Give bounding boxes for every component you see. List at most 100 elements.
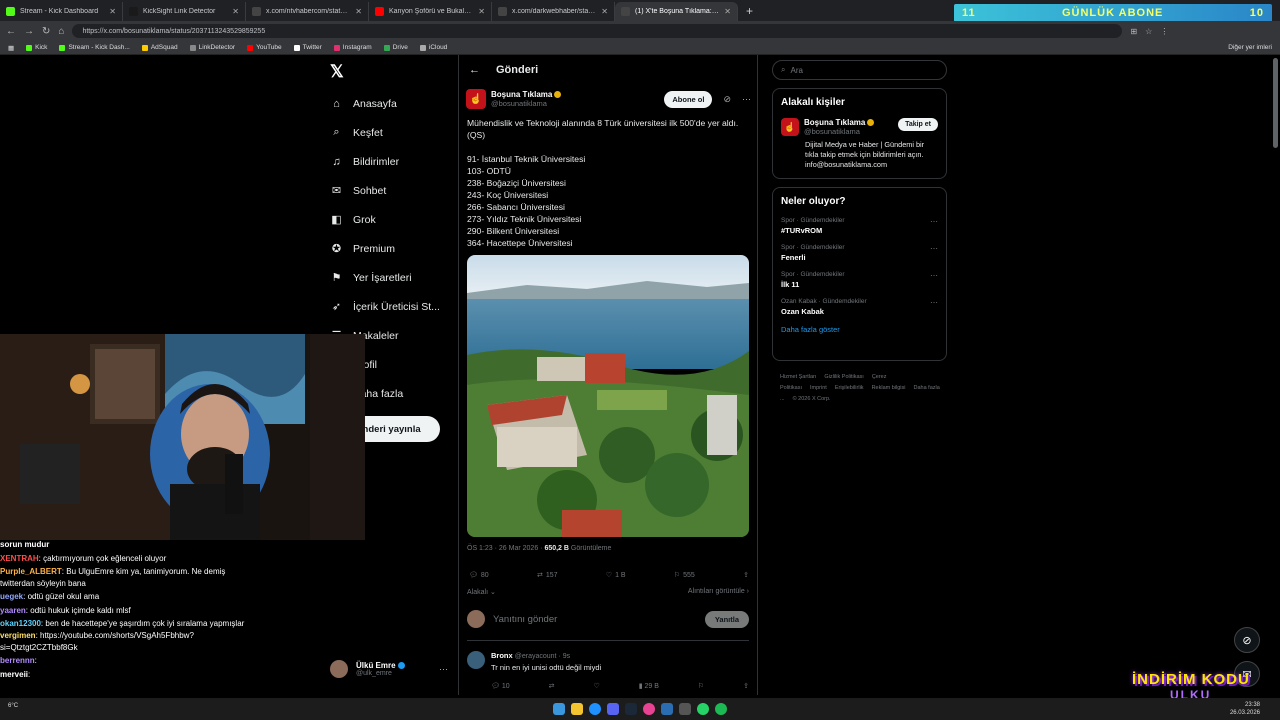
more-options-icon[interactable]: ⋯ [930,217,938,226]
obs-icon[interactable] [643,703,655,715]
more-options-icon[interactable]: ⋯ [930,244,938,253]
footer-link[interactable]: Hizmet Şartları [780,374,816,380]
chat-username[interactable]: Purple_ALBERT [0,567,62,576]
x-logo-icon[interactable]: 𝕏 [330,62,344,82]
tweet-timestamp[interactable]: ÖS 1:23 · 26 Mar 2026 · [467,545,544,552]
app-icon[interactable] [661,703,673,715]
browser-tab[interactable]: KickSight Link Detector ✕ [123,2,246,21]
author-avatar[interactable]: ☝ [781,118,799,136]
sort-dropdown[interactable]: Alakalı ⌄ [467,588,496,596]
bookmark-item[interactable]: Twitter [293,44,322,51]
edge-icon[interactable] [589,703,601,715]
clock[interactable]: 23:38 26.03.2026 [1230,701,1260,717]
chat-username[interactable]: vergimen [0,631,36,640]
chat-username[interactable]: XENTRAH [0,554,39,563]
home-icon[interactable]: ⌂ [58,26,64,37]
browser-tab[interactable]: x.com/darkwebhaber/status/2037 ✕ [492,2,615,21]
url-field[interactable]: https://x.com/bosunatiklama/status/20371… [72,24,1123,38]
search-input[interactable]: ⌕ Ara [772,60,947,80]
author-avatar[interactable]: ☝ [466,89,486,109]
reply-action[interactable]: 💬︎ 10 [491,682,510,690]
discord-icon[interactable] [607,703,619,715]
chat-username[interactable]: merveii [0,670,28,679]
close-icon[interactable]: ✕ [232,7,239,16]
footer-link[interactable]: Imprint [810,385,827,391]
footer-link[interactable]: Erişilebilirlik [835,385,864,391]
grok-icon[interactable]: ⊘ [723,94,731,105]
reply-action[interactable]: 💬︎ 80 [469,571,489,580]
trend-item[interactable]: Spor · Gündemdekiler İlk 11 ⋯ [781,271,938,289]
other-bookmarks[interactable]: Diğer yer imleri [1228,44,1272,51]
close-icon[interactable]: ✕ [109,7,116,16]
nav-item[interactable]: ➶ İçerik Üreticisi St... [330,292,460,321]
nav-item[interactable]: ⚑ Yer İşaretleri [330,263,460,292]
start-icon[interactable] [553,703,565,715]
repost-action[interactable]: ⇄ 157 [537,571,558,580]
bookmark-item[interactable]: iCloud [419,44,447,51]
whatsapp-icon[interactable] [697,703,709,715]
spotify-icon[interactable] [715,703,727,715]
bookmark-item[interactable]: LinkDetector [189,44,235,51]
forward-icon[interactable]: → [24,26,34,37]
related-name[interactable]: Boşuna Tıklama [804,118,875,127]
trend-item[interactable]: Ozan Kabak · Gündemdekiler Ozan Kabak ⋯ [781,298,938,316]
trend-item[interactable]: Spor · Gündemdekiler Fenerli ⋯ [781,244,938,262]
share-icon[interactable]: ⇪ [743,571,749,579]
author-name[interactable]: Boşuna Tıklama [491,90,562,99]
bookmark-item[interactable]: AdSquad [141,44,178,51]
scrollbar[interactable] [1273,58,1278,148]
nav-item[interactable]: ♫ Bildirimler [330,147,460,176]
browser-tab[interactable]: x.com/ntvhabercom/status/203616 ✕ [246,2,369,21]
app-icon[interactable] [679,703,691,715]
browser-tab[interactable]: Kanyon Şoförü ve Bukalemun - Yo ✕ [369,2,492,21]
close-icon[interactable]: ✕ [478,7,485,16]
account-switcher[interactable]: Ülkü Emre @ulk_emre ⋯ [330,660,448,678]
more-options-icon[interactable]: ⋯ [930,298,938,307]
reply-item[interactable]: Bronx @erayacount · 9s Tr nin en iyi uni… [467,651,749,690]
footer-link[interactable]: Reklam bilgisi [872,385,906,391]
weather-widget[interactable]: 6°C [8,703,18,709]
bookmark-item[interactable]: Drive [383,44,408,51]
close-icon[interactable]: ✕ [724,7,731,16]
apps-icon[interactable]: ▦ [8,44,14,52]
nav-item[interactable]: ✉ Sohbet [330,176,460,205]
follow-button[interactable]: Takip et [898,118,938,131]
tweet-image[interactable] [467,255,749,537]
more-options-icon[interactable]: ⋯ [742,94,751,105]
subscribe-button[interactable]: Abone ol [664,90,713,108]
footer-link[interactable]: Gizlilik Politikası [824,374,863,380]
view-quotes-link[interactable]: Alıntıları görüntüle › [688,588,749,596]
bookmark-action[interactable]: ⚐ 555 [674,571,695,580]
bookmark-item[interactable]: Instagram [333,44,372,51]
file-explorer-icon[interactable] [571,703,583,715]
avatar[interactable] [467,651,485,669]
more-icon[interactable]: ⋯ [439,664,448,675]
browser-tab[interactable]: Stream - Kick Dashboard ✕ [0,2,123,21]
browser-tab[interactable]: (1) X'te Boşuna Tıklama: "Mühendi ✕ [615,2,738,21]
trend-item[interactable]: Spor · Gündemdekiler #TURvROM ⋯ [781,217,938,235]
star-icon[interactable]: ☆ [1145,27,1152,36]
like-action[interactable]: ♡ 1 B [606,571,626,580]
nav-item[interactable]: ⌕ Keşfet [330,118,460,147]
menu-icon[interactable]: ⋮ [1160,27,1168,36]
chat-username[interactable]: uegek [0,592,23,601]
steam-icon[interactable] [625,703,637,715]
related-handle[interactable]: @bosunatiklama [804,127,874,136]
show-more-link[interactable]: Daha fazla göster [781,325,938,334]
close-icon[interactable]: ✕ [355,7,362,16]
repost-icon[interactable]: ⇄ [549,682,555,690]
reply-author[interactable]: Bronx @erayacount · 9s [491,651,601,660]
reload-icon[interactable]: ↻ [42,26,50,37]
chat-username[interactable]: okan12300 [0,619,41,628]
share-icon[interactable]: ⇪ [743,682,749,690]
footer-link[interactable]: © 2026 X Corp. [793,396,831,402]
reply-input[interactable]: Yanıtını gönder [493,614,697,625]
bookmark-item[interactable]: YouTube [247,44,282,51]
close-icon[interactable]: ✕ [601,7,608,16]
bookmark-icon[interactable]: ⚐ [698,682,704,690]
back-icon[interactable]: ← [6,26,16,37]
nav-item[interactable]: ⌂ Anasayfa [330,89,460,118]
grok-floating-icon[interactable]: ⊘ [1234,627,1260,653]
views-action[interactable]: ▮ 29 B [639,682,659,690]
nav-item[interactable]: ◧ Grok [330,205,460,234]
